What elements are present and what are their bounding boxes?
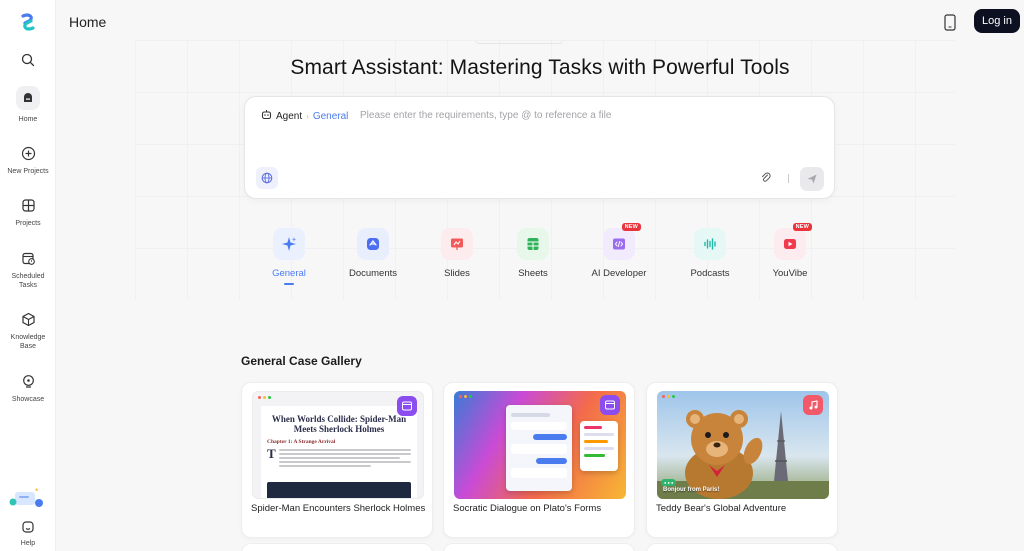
slides-icon [441, 228, 473, 260]
category-podcasts[interactable]: Podcasts [674, 228, 746, 279]
sidebar-item-knowledge-base[interactable]: Knowledge Base [0, 310, 56, 351]
help-icon [19, 518, 37, 536]
mobile-app-button[interactable] [941, 12, 959, 32]
document-icon [357, 228, 389, 260]
help-illustration [9, 488, 45, 510]
options-panel-preview [580, 421, 618, 471]
document-image [267, 482, 411, 498]
category-general[interactable]: General [253, 228, 325, 285]
window-dots [459, 395, 472, 398]
sidebar-item-showcase[interactable]: Showcase [0, 372, 56, 404]
card-thumbnail [454, 391, 626, 499]
page-title: Home [69, 14, 107, 30]
sidebar-item-label: Showcase [11, 396, 45, 403]
home-icon [16, 86, 40, 110]
send-button[interactable] [800, 167, 824, 191]
window-dots [258, 396, 271, 399]
music-type-icon [803, 395, 823, 415]
sidebar-item-new-projects[interactable]: New Projects [0, 144, 56, 176]
sidebar-item-label: Projects [15, 220, 41, 227]
app-logo-icon[interactable] [18, 12, 38, 32]
gallery-card-peek [646, 543, 838, 551]
card-title: Teddy Bear's Global Adventure [656, 503, 787, 514]
new-badge: NEW [621, 223, 641, 231]
video-play-icon: NEW [774, 223, 812, 260]
cube-icon [19, 310, 37, 328]
grid-icon [19, 196, 37, 214]
category-slides[interactable]: Slides [421, 228, 493, 279]
sidebar-item-label: Scheduled Tasks [11, 273, 45, 289]
category-label: Sheets [518, 268, 548, 279]
thumbnail-caption: Bonjour from Paris! [663, 487, 720, 493]
document-chapter: Chapter 1: A Strange Arrival [267, 439, 336, 445]
agent-mode-selector[interactable]: Agent › General [261, 109, 348, 123]
gallery-card-socratic[interactable]: Socratic Dialogue on Plato's Forms [443, 382, 635, 538]
globe-icon [261, 172, 273, 184]
category-label: Documents [348, 268, 398, 279]
new-badge: NEW [792, 223, 812, 231]
location-chip: ● ● ● [661, 479, 677, 486]
sidebar-item-scheduled-tasks[interactable]: Scheduled Tasks [0, 249, 56, 290]
prompt-box: Agent › General [244, 96, 835, 199]
category-youvibe[interactable]: NEW YouVibe [754, 223, 826, 279]
send-icon [807, 174, 817, 184]
lightbulb-icon [19, 372, 37, 390]
code-icon: NEW [603, 223, 641, 260]
calendar-clock-icon [19, 249, 37, 267]
plus-circle-icon [19, 144, 37, 162]
sparkle-icon [273, 228, 305, 260]
sidebar: Home New Projects Projects Scheduled Tas… [0, 0, 56, 551]
docs-type-icon [397, 396, 417, 416]
card-title: Spider-Man Encounters Sherlock Holmes [251, 503, 426, 514]
sidebar-item-help[interactable]: Help [0, 518, 56, 548]
gallery-card-peek [443, 543, 635, 551]
category-label: Slides [444, 268, 470, 279]
category-ai-developer[interactable]: NEW AI Developer [583, 223, 655, 279]
sidebar-item-label: Help [20, 540, 36, 547]
top-decoration [474, 38, 564, 44]
sidebar-item-projects[interactable]: Projects [0, 196, 56, 228]
divider [788, 174, 789, 183]
chevron-right-icon: › [306, 111, 309, 121]
sidebar-item-label: New Projects [7, 168, 49, 175]
category-label: YouVibe [772, 268, 808, 279]
document-preview: When Worlds Collide: Spider-Man Meets Sh… [261, 406, 417, 498]
gallery-card-spiderman[interactable]: When Worlds Collide: Spider-Man Meets Sh… [241, 382, 433, 538]
web-search-toggle[interactable] [256, 167, 278, 189]
document-dropcap: T [267, 446, 276, 461]
audio-wave-icon [694, 228, 726, 260]
card-thumbnail: ● ● ● Bonjour from Paris! [657, 391, 829, 499]
sidebar-item-label: Home [18, 116, 38, 123]
card-title: Socratic Dialogue on Plato's Forms [453, 503, 602, 514]
gallery-card-peek [241, 543, 433, 551]
active-indicator [284, 283, 294, 285]
document-text-lines [278, 447, 411, 467]
agent-label: Agent [276, 110, 303, 122]
category-label: Podcasts [690, 268, 730, 279]
prompt-input[interactable] [360, 107, 810, 123]
attach-button[interactable] [759, 171, 773, 185]
mode-label: General [312, 110, 349, 122]
docs-type-icon [600, 395, 620, 415]
chat-window-preview [506, 405, 572, 491]
sheets-icon [517, 228, 549, 260]
hero-title: Smart Assistant: Mastering Tasks with Po… [290, 56, 790, 79]
sidebar-item-label: Knowledge Base [10, 334, 46, 350]
category-label: AI Developer [591, 268, 647, 279]
category-label: General [272, 268, 306, 279]
gallery-card-teddy[interactable]: ● ● ● Bonjour from Paris! Teddy Bear's G… [646, 382, 838, 538]
card-thumbnail: When Worlds Collide: Spider-Man Meets Sh… [252, 391, 424, 499]
category-documents[interactable]: Documents [337, 228, 409, 279]
attach-icon [762, 172, 771, 182]
document-heading: When Worlds Collide: Spider-Man Meets Sh… [271, 414, 407, 434]
login-button[interactable]: Log in [974, 9, 1020, 33]
gallery-title: General Case Gallery [241, 354, 362, 368]
phone-icon [944, 13, 956, 31]
sidebar-item-home[interactable]: Home [0, 86, 56, 124]
agent-icon [261, 109, 272, 123]
category-sheets[interactable]: Sheets [497, 228, 569, 279]
